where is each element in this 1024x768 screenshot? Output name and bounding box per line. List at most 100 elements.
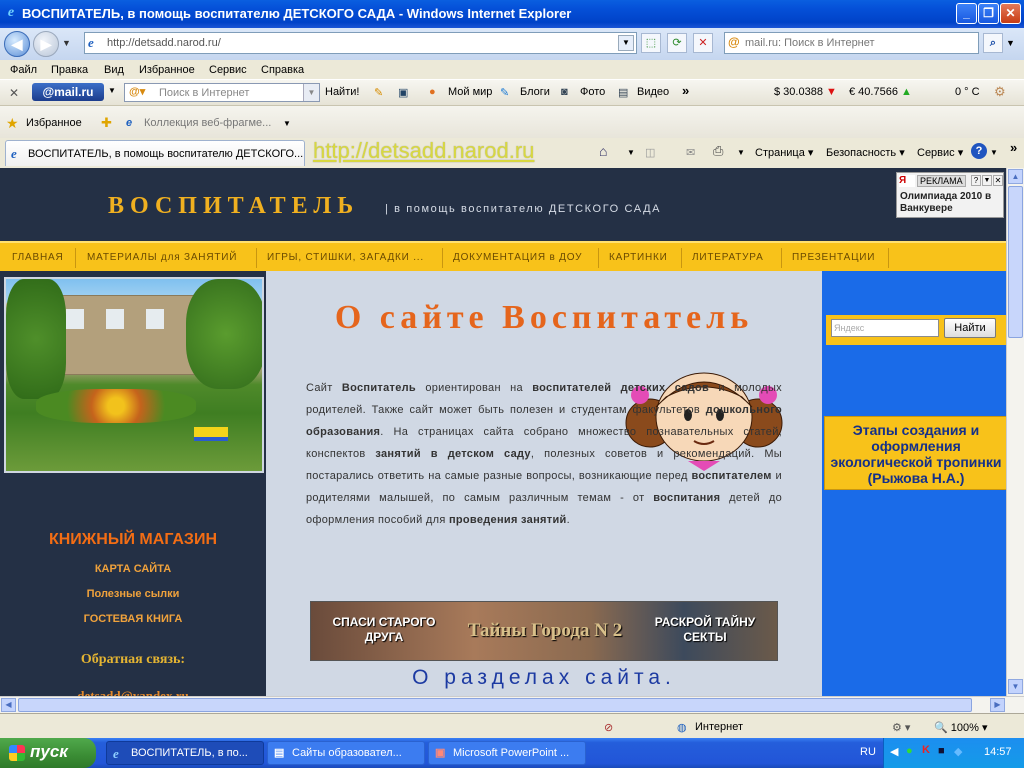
nav-docs[interactable]: ДОКУМЕНТАЦИЯ в ДОУ (453, 252, 582, 263)
scroll-right-icon[interactable]: ▶ (990, 698, 1005, 712)
toolbar-settings-icon[interactable]: ⚙ (994, 84, 1006, 100)
pencil-icon[interactable]: ✎ (374, 86, 383, 99)
email-link[interactable]: detsadd@yandex.ru (0, 688, 266, 696)
title-bar[interactable]: e ВОСПИТАТЕЛЬ, в помощь воспитателю ДЕТС… (0, 0, 1024, 28)
usd-rate[interactable]: $ 30.0388 (774, 86, 823, 98)
refresh-icon[interactable]: ⟳ (667, 33, 687, 53)
add-favorites-icon[interactable]: ✚ (101, 115, 112, 131)
bookshop-link[interactable]: КНИЖНЫЙ МАГАЗИН (0, 531, 266, 549)
mailru-dropdown-icon[interactable]: ▼ (108, 86, 116, 95)
blogs-button[interactable]: Блоги (520, 86, 550, 98)
ad-help-icon[interactable]: ? (971, 175, 981, 186)
hscroll-thumb[interactable] (18, 698, 972, 712)
stop-icon[interactable]: ✕ (693, 33, 713, 53)
popup-blocked-icon[interactable]: ⊘ (604, 721, 613, 734)
scroll-down-icon[interactable]: ▼ (1008, 679, 1023, 694)
nav-literature[interactable]: ЛИТЕРАТУРА (692, 252, 764, 263)
menu-view[interactable]: Вид (104, 64, 124, 76)
menu-edit[interactable]: Правка (51, 64, 88, 76)
clock[interactable]: 14:57 (984, 746, 1012, 758)
ad-close-icon[interactable]: ✕ (993, 175, 1003, 186)
stages-link[interactable]: Этапы создания и оформления экологическо… (824, 416, 1006, 490)
menu-file[interactable]: Файл (10, 64, 37, 76)
tray-antivirus-icon[interactable]: K (922, 744, 930, 756)
nav-home[interactable]: ГЛАВНАЯ (12, 252, 63, 263)
taskbar-item-powerpoint[interactable]: ▣ Microsoft PowerPoint ... (428, 741, 586, 765)
site-brand[interactable]: ВОСПИТАТЕЛЬ (108, 193, 359, 220)
search-options-dropdown[interactable]: ▼ (1006, 38, 1015, 48)
eur-rate[interactable]: € 40.7566 (849, 86, 898, 98)
game-banner-ad[interactable]: СПАСИ СТАРОГО ДРУГА Тайны Города N 2 РАС… (310, 601, 778, 661)
favorites-button[interactable]: Избранное (26, 117, 82, 129)
taskbar-item-ie[interactable]: e ВОСПИТАТЕЛЬ, в по... (106, 741, 264, 765)
minimize-button[interactable]: _ (956, 3, 977, 24)
safety-menu[interactable]: Безопасность ▾ (826, 146, 905, 159)
useful-links-link[interactable]: Полезные сылки (0, 588, 266, 600)
maximize-button[interactable]: ❐ (978, 3, 999, 24)
scroll-thumb[interactable] (1008, 186, 1023, 338)
close-button[interactable]: ✕ (1000, 3, 1021, 24)
mail-find-button[interactable]: Найти! (325, 86, 359, 98)
forward-button[interactable]: ▶ (33, 31, 59, 57)
mailru-logo[interactable]: @mail.ru (32, 83, 104, 101)
home-dropdown-icon[interactable]: ▼ (627, 148, 635, 157)
compat-view-icon[interactable]: ⬚ (641, 33, 661, 53)
nav-materials[interactable]: МАТЕРИАЛЫ для ЗАНЯТИЙ (87, 252, 237, 263)
tools-menu[interactable]: Сервис ▾ (917, 146, 963, 159)
menu-favorites[interactable]: Избранное (139, 64, 195, 76)
toolbar-close-icon[interactable]: ✕ (9, 86, 19, 100)
menu-help[interactable]: Справка (261, 64, 304, 76)
taskbar-item-word[interactable]: ▤ Сайты образовател... (267, 741, 425, 765)
vertical-scrollbar[interactable]: ▲ ▼ (1006, 168, 1024, 696)
gallery-dropdown-icon[interactable]: ▼ (283, 119, 291, 128)
nav-pictures[interactable]: КАРТИНКИ (609, 252, 668, 263)
security-zone[interactable]: Интернет (695, 721, 743, 733)
print-dropdown-icon[interactable]: ▼ (737, 148, 745, 157)
yandex-search-input[interactable]: Яндекс (831, 319, 939, 337)
home-icon[interactable]: ⌂ (599, 143, 607, 159)
photo-button[interactable]: Фото (580, 86, 605, 98)
address-bar[interactable]: e http://detsadd.narod.ru/ ▼ (84, 32, 637, 54)
video-button[interactable]: Видео (637, 86, 669, 98)
tray-app2-icon[interactable]: ◆ (954, 745, 962, 758)
ad-popup[interactable]: Я РЕКЛАМА ? ▼ ✕ Олимпиада 2010 в Ванкуве… (896, 172, 1004, 218)
history-dropdown[interactable]: ▼ (62, 38, 71, 48)
nav-presentations[interactable]: ПРЕЗЕНТАЦИИ (792, 252, 875, 263)
menu-tools[interactable]: Сервис (209, 64, 247, 76)
language-indicator[interactable]: RU (860, 746, 876, 758)
horizontal-scrollbar[interactable]: ◀ ▶ (0, 696, 1024, 713)
feeds-icon[interactable]: ◫ (645, 146, 655, 159)
tray-app-icon[interactable]: ■ (938, 745, 945, 757)
mail-search-dropdown[interactable]: ▼ (303, 84, 319, 101)
start-button[interactable]: пуск (0, 738, 96, 768)
scroll-up-icon[interactable]: ▲ (1008, 169, 1023, 184)
address-dropdown[interactable]: ▼ (618, 35, 634, 51)
read-mail-icon[interactable]: ✉ (686, 146, 695, 159)
more-chevron-icon[interactable]: » (682, 83, 689, 98)
yandex-search-button[interactable]: Найти (944, 318, 996, 338)
sitemap-link[interactable]: КАРТА САЙТА (0, 563, 266, 575)
protected-mode-icon[interactable]: ⚙ ▾ (892, 721, 910, 734)
weather-temp[interactable]: 0 ° C (955, 86, 980, 98)
page-menu[interactable]: Страница ▾ (755, 146, 813, 159)
back-button[interactable]: ◀ (4, 31, 30, 57)
tray-arrow-icon[interactable]: ◀ (890, 745, 898, 758)
guestbook-link[interactable]: ГОСТЕВАЯ КНИГА (0, 613, 266, 625)
search-input[interactable]: @ mail.ru: Поиск в Интернет (724, 32, 979, 54)
active-tab[interactable]: e ВОСПИТАТЕЛЬ, в помощь воспитателю ДЕТС… (5, 140, 305, 166)
gallery-button[interactable]: Коллекция веб-фрагме... (144, 117, 271, 129)
help-dropdown-icon[interactable]: ▼ (990, 148, 998, 157)
zoom-level[interactable]: 🔍 100% ▾ (934, 721, 987, 734)
tray-network-icon[interactable]: ● (906, 745, 913, 757)
search-go-icon[interactable]: ⌕ (983, 33, 1003, 53)
scroll-left-icon[interactable]: ◀ (1, 698, 16, 712)
print-icon[interactable]: ⎙ (713, 143, 723, 159)
my-world-button[interactable]: Мой мир (448, 86, 492, 98)
help-icon[interactable]: ? (971, 143, 987, 159)
nav-games[interactable]: ИГРЫ, СТИШКИ, ЗАГАДКИ ... (267, 252, 424, 263)
ad-menu-icon[interactable]: ▼ (982, 175, 992, 186)
commandbar-chevron-icon[interactable]: » (1010, 140, 1017, 155)
mail-search-input[interactable]: @▾ Поиск в Интернет ▼ (124, 83, 320, 102)
ad-text[interactable]: Олимпиада 2010 в Ванкувере (900, 191, 1004, 215)
scan-icon[interactable]: ▣ (398, 86, 408, 99)
